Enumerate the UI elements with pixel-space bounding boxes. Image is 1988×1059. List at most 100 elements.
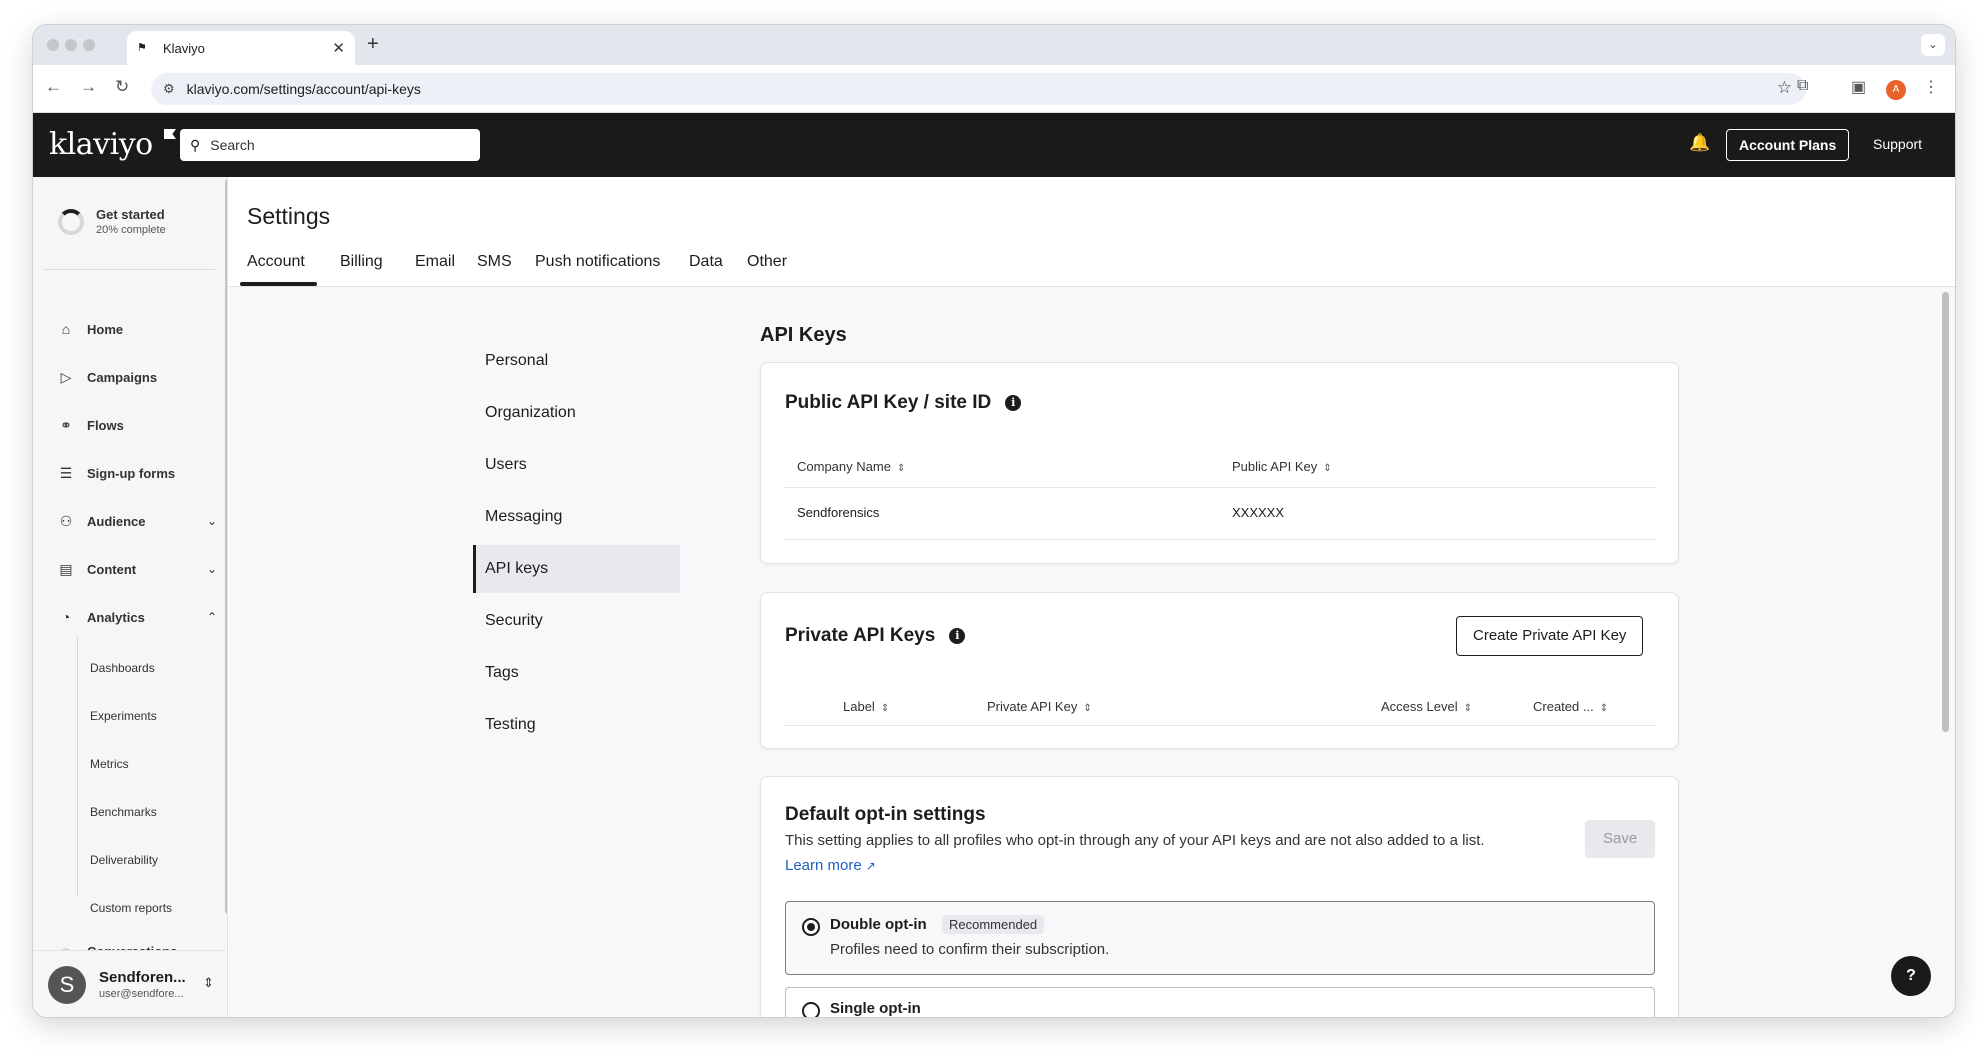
browser-tab-klaviyo[interactable]: ⚑ Klaviyo ✕ bbox=[127, 31, 355, 65]
column-header-company-name[interactable]: Company Name ⇕ bbox=[797, 459, 905, 474]
chevron-up-icon: ⌃ bbox=[206, 610, 217, 624]
klaviyo-flag-icon bbox=[164, 129, 176, 139]
subnav-messaging[interactable]: Messaging bbox=[485, 493, 692, 541]
optin-description: This setting applies to all profiles who… bbox=[785, 832, 1485, 849]
sidebar-item-audience[interactable]: ⚇ Audience ⌄ bbox=[57, 509, 217, 533]
subnav-personal[interactable]: Personal bbox=[485, 337, 692, 385]
reload-icon[interactable]: ↻ bbox=[115, 77, 129, 97]
column-header-public-api-key[interactable]: Public API Key ⇕ bbox=[1232, 459, 1332, 474]
side-panel-icon[interactable]: ▣ bbox=[1851, 77, 1866, 97]
single-optin-radio[interactable] bbox=[802, 1002, 820, 1017]
account-plans-button[interactable]: Account Plans bbox=[1726, 129, 1850, 161]
sidebar-divider bbox=[43, 269, 215, 270]
sidebar-item-content[interactable]: ▤ Content ⌄ bbox=[57, 557, 217, 581]
learn-more-link[interactable]: Learn more ↗ bbox=[785, 857, 876, 874]
double-optin-option[interactable]: Double opt-in Recommended Profiles need … bbox=[785, 901, 1655, 975]
sidebar-subitem-deliverability[interactable]: Deliverability bbox=[90, 853, 158, 867]
sidebar-item-signup-forms[interactable]: ☰ Sign-up forms bbox=[57, 461, 217, 485]
profile-avatar[interactable]: A bbox=[1886, 80, 1906, 100]
recommended-badge: Recommended bbox=[942, 915, 1045, 934]
browser-menu-icon[interactable]: ⋮ bbox=[1923, 77, 1939, 97]
extensions-icon[interactable]: ⧉ bbox=[1797, 77, 1808, 95]
column-header-created[interactable]: Created ... ⇕ bbox=[1533, 699, 1608, 714]
account-name: Sendforen... bbox=[99, 969, 186, 986]
subnav-organization[interactable]: Organization bbox=[485, 389, 692, 437]
chevron-updown-icon: ⇕ bbox=[203, 975, 214, 990]
sidebar-item-flows[interactable]: ⚭ Flows bbox=[57, 413, 217, 437]
tab-title: Klaviyo bbox=[163, 40, 205, 56]
sidebar-item-analytics[interactable]: ◔ Analytics ⌃ bbox=[57, 605, 217, 629]
subnav-tags[interactable]: Tags bbox=[485, 649, 692, 697]
info-icon[interactable]: i bbox=[1005, 395, 1022, 411]
sidebar-item-label: Analytics bbox=[87, 609, 145, 625]
save-button[interactable]: Save bbox=[1585, 820, 1656, 858]
tab-push-notifications[interactable]: Push notifications bbox=[535, 253, 660, 271]
single-optin-option[interactable]: Single opt-in bbox=[785, 987, 1655, 1017]
sidebar-subitem-metrics[interactable]: Metrics bbox=[90, 757, 129, 771]
home-icon: ⌂ bbox=[61, 321, 71, 337]
help-button[interactable]: ? bbox=[1891, 956, 1931, 996]
subnav-security[interactable]: Security bbox=[485, 597, 692, 645]
settings-header: Settings Account Billing Email SMS Push … bbox=[229, 177, 1955, 287]
subnav-testing[interactable]: Testing bbox=[485, 701, 692, 749]
maximize-window-button[interactable] bbox=[83, 39, 95, 51]
sidebar-subitem-custom-reports[interactable]: Custom reports bbox=[90, 901, 172, 915]
card-title: Public API Key / site ID i bbox=[785, 392, 1022, 414]
double-optin-radio[interactable] bbox=[802, 918, 820, 936]
account-switcher[interactable]: S Sendforen... user@sendfore... ⇕ bbox=[33, 950, 225, 1017]
private-api-keys-title: Private API Keys bbox=[785, 625, 936, 646]
sidebar-subitem-benchmarks[interactable]: Benchmarks bbox=[90, 805, 157, 819]
global-search[interactable]: ⚲ bbox=[180, 129, 480, 161]
back-arrow-icon[interactable]: ← bbox=[45, 77, 62, 97]
url-text[interactable]: klaviyo.com/settings/account/api-keys bbox=[187, 81, 421, 97]
tab-sms[interactable]: SMS bbox=[477, 253, 512, 271]
content-icon: ▤ bbox=[59, 560, 73, 577]
sidebar-item-label: Campaigns bbox=[87, 369, 158, 385]
sort-icon: ⇕ bbox=[1083, 703, 1092, 714]
tab-search-chevron-icon[interactable]: ⌄ bbox=[1921, 34, 1945, 56]
column-header-access-level[interactable]: Access Level ⇕ bbox=[1381, 699, 1472, 714]
table-divider bbox=[785, 487, 1655, 488]
klaviyo-logo[interactable]: klaviyo bbox=[49, 127, 153, 162]
main-scrollbar[interactable] bbox=[1942, 292, 1949, 732]
sidebar-subitem-experiments[interactable]: Experiments bbox=[90, 709, 157, 723]
new-tab-icon[interactable]: + bbox=[367, 33, 379, 56]
sidebar-subitem-dashboards[interactable]: Dashboards bbox=[90, 661, 155, 675]
sidebar: Get started 20% complete ⌂ Home ▷ Campai… bbox=[33, 177, 228, 1017]
sidebar-scrollbar[interactable] bbox=[225, 179, 227, 914]
subnav-users[interactable]: Users bbox=[485, 441, 692, 489]
bookmark-star-icon[interactable]: ☆ bbox=[1777, 78, 1792, 98]
support-link[interactable]: Support bbox=[1873, 136, 1922, 152]
public-api-key-card: Public API Key / site ID i Company Name ⇕ … bbox=[760, 362, 1679, 564]
subnav-api-keys[interactable]: API keys bbox=[473, 545, 680, 593]
tab-email[interactable]: Email bbox=[415, 253, 455, 271]
column-header-private-api-key[interactable]: Private API Key ⇕ bbox=[987, 699, 1092, 714]
sidebar-item-home[interactable]: ⌂ Home bbox=[57, 317, 217, 341]
close-window-button[interactable] bbox=[47, 39, 59, 51]
sort-icon: ⇕ bbox=[896, 463, 906, 474]
create-private-api-key-button[interactable]: Create Private API Key bbox=[1456, 616, 1644, 656]
search-input[interactable] bbox=[210, 137, 451, 153]
app-header: klaviyo ⚲ 🔔 Account Plans Support bbox=[33, 113, 1955, 177]
minimize-window-button[interactable] bbox=[65, 39, 77, 51]
tab-other[interactable]: Other bbox=[747, 253, 787, 271]
forward-arrow-icon[interactable]: → bbox=[80, 77, 97, 97]
card-title: Private API Keys i bbox=[785, 625, 966, 647]
progress-ring-icon bbox=[58, 208, 84, 235]
tab-account[interactable]: Account bbox=[247, 253, 305, 271]
notifications-bell-icon[interactable]: 🔔 bbox=[1689, 133, 1710, 153]
address-bar[interactable]: ⚙ klaviyo.com/settings/account/api-keys … bbox=[151, 73, 1806, 105]
site-settings-icon[interactable]: ⚙ bbox=[163, 81, 175, 97]
sidebar-item-campaigns[interactable]: ▷ Campaigns bbox=[57, 365, 217, 389]
info-icon[interactable]: i bbox=[949, 628, 966, 644]
submenu-guide-line bbox=[77, 637, 78, 897]
column-header-label[interactable]: Label ⇕ bbox=[843, 699, 889, 714]
get-started-progress[interactable]: Get started 20% complete bbox=[58, 207, 166, 236]
tab-data[interactable]: Data bbox=[689, 253, 723, 271]
close-tab-icon[interactable]: ✕ bbox=[332, 39, 345, 57]
chevron-down-icon: ⌄ bbox=[206, 514, 217, 528]
analytics-icon: ◔ bbox=[61, 609, 71, 625]
tab-billing[interactable]: Billing bbox=[340, 253, 383, 271]
sort-icon: ⇕ bbox=[1323, 463, 1332, 474]
single-optin-title: Single opt-in bbox=[830, 1000, 921, 1017]
